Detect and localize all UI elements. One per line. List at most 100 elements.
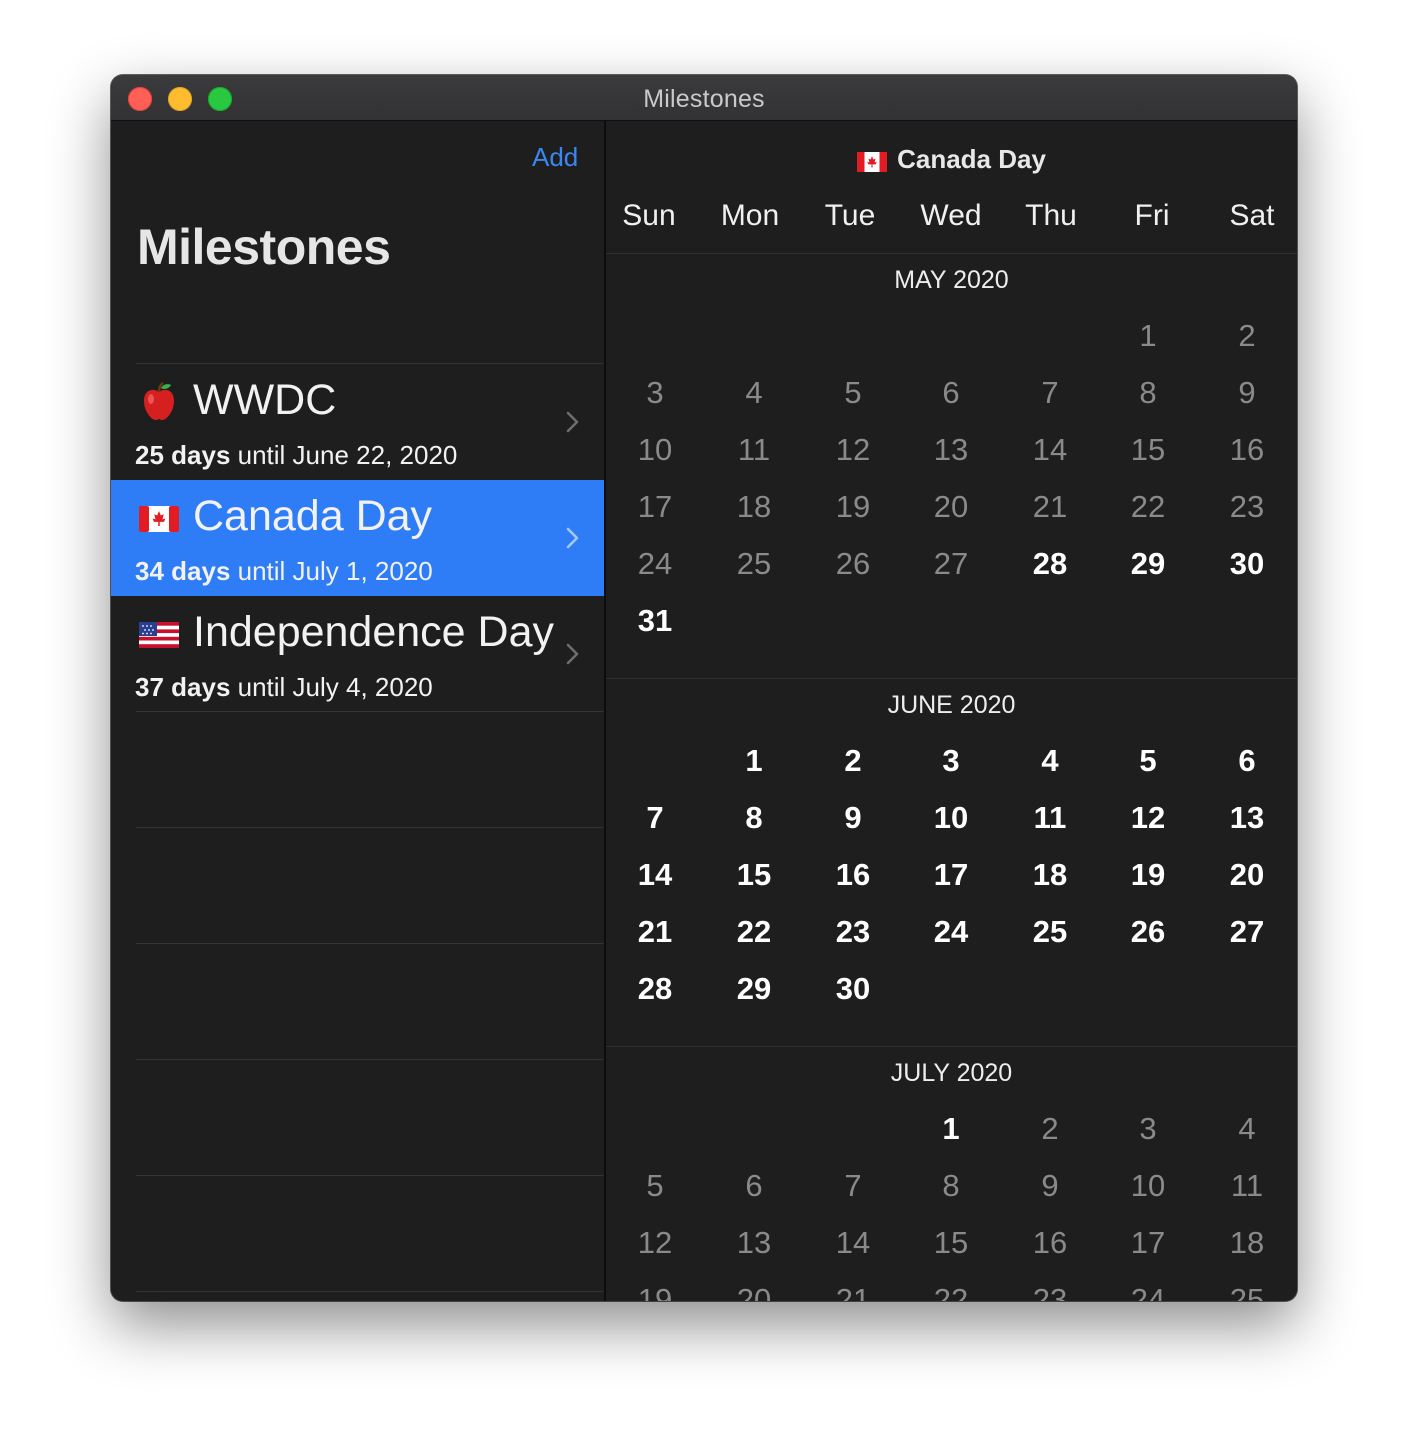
calendar-day[interactable]: 24 <box>902 912 1001 952</box>
calendar-day[interactable]: 10 <box>1099 1166 1198 1206</box>
calendar-day[interactable]: 23 <box>1198 487 1297 527</box>
milestone-row[interactable]: Independence Day 37 days until July 4, 20… <box>111 596 604 712</box>
calendar-day[interactable]: 14 <box>1001 430 1100 470</box>
calendar-day[interactable]: 9 <box>1001 1166 1100 1206</box>
list-separator <box>136 711 604 712</box>
calendar-day[interactable]: 7 <box>804 1166 903 1206</box>
calendar-day[interactable]: 4 <box>1001 741 1100 781</box>
calendar-day[interactable]: 1 <box>705 741 804 781</box>
calendar-day[interactable]: 14 <box>606 855 705 895</box>
calendar-day[interactable]: 16 <box>804 855 903 895</box>
calendar-day[interactable]: 2 <box>1198 316 1297 356</box>
calendar-day[interactable]: 11 <box>1001 798 1100 838</box>
calendar-pane: Canada Day Sun Mon Tue Wed Thu Fri Sat MAY 202… <box>606 121 1297 1301</box>
calendar-day[interactable]: 5 <box>606 1166 705 1206</box>
calendar-day[interactable]: 13 <box>705 1223 804 1263</box>
chevron-right-icon <box>565 526 581 550</box>
calendar-day[interactable]: 28 <box>1001 544 1100 584</box>
month-label: MAY 2020 <box>894 266 1009 294</box>
calendar-day[interactable]: 9 <box>804 798 903 838</box>
calendar-day[interactable]: 5 <box>804 373 903 413</box>
calendar-day[interactable]: 10 <box>606 430 705 470</box>
calendar-day[interactable]: 11 <box>705 430 804 470</box>
calendar-day[interactable]: 23 <box>1001 1280 1100 1301</box>
calendar-day[interactable]: 6 <box>1198 741 1297 781</box>
calendar-day[interactable]: 18 <box>1001 855 1100 895</box>
calendar-day[interactable]: 1 <box>1099 316 1198 356</box>
calendar-day[interactable]: 30 <box>1198 544 1297 584</box>
calendar-day[interactable]: 27 <box>902 544 1001 584</box>
calendar-day[interactable]: 25 <box>705 544 804 584</box>
calendar-title: Canada Day <box>606 144 1297 179</box>
calendar-day[interactable]: 29 <box>705 969 804 1009</box>
calendar-day[interactable]: 13 <box>902 430 1001 470</box>
calendar-day[interactable]: 30 <box>804 969 903 1009</box>
calendar-day[interactable]: 12 <box>606 1223 705 1263</box>
calendar-day[interactable]: 25 <box>1001 912 1100 952</box>
calendar-day[interactable]: 3 <box>902 741 1001 781</box>
calendar-day[interactable]: 12 <box>804 430 903 470</box>
calendar-day[interactable]: 19 <box>606 1280 705 1301</box>
calendar-day[interactable]: 22 <box>902 1280 1001 1301</box>
calendar-day[interactable]: 28 <box>606 969 705 1009</box>
calendar-day[interactable]: 4 <box>705 373 804 413</box>
calendar-day[interactable]: 18 <box>705 487 804 527</box>
calendar-day[interactable]: 15 <box>1099 430 1198 470</box>
calendar-day[interactable]: 3 <box>606 373 705 413</box>
calendar-day[interactable]: 19 <box>804 487 903 527</box>
calendar-day[interactable]: 20 <box>705 1280 804 1301</box>
calendar-day[interactable]: 12 <box>1099 798 1198 838</box>
calendar-day[interactable]: 17 <box>606 487 705 527</box>
calendar-day[interactable]: 21 <box>1001 487 1100 527</box>
calendar-day[interactable]: 6 <box>902 373 1001 413</box>
calendar-day[interactable]: 17 <box>902 855 1001 895</box>
calendar-day[interactable]: 8 <box>1099 373 1198 413</box>
calendar-day[interactable]: 1 <box>902 1109 1001 1149</box>
weekday-label: Tue <box>824 199 876 232</box>
calendar-day[interactable]: 24 <box>1099 1280 1198 1301</box>
calendar-day[interactable]: 3 <box>1099 1109 1198 1149</box>
calendar-day[interactable]: 29 <box>1099 544 1198 584</box>
milestone-name: Canada Day <box>193 492 433 540</box>
calendar-day[interactable]: 23 <box>804 912 903 952</box>
calendar-day[interactable]: 18 <box>1198 1223 1297 1263</box>
calendar-day[interactable]: 17 <box>1099 1223 1198 1263</box>
weekday-header: Sun Mon Tue Wed Thu Fri Sat <box>606 199 1297 239</box>
calendar-day[interactable]: 13 <box>1198 798 1297 838</box>
calendar-day[interactable]: 4 <box>1198 1109 1297 1149</box>
calendar-day[interactable]: 21 <box>606 912 705 952</box>
calendar-day[interactable]: 22 <box>705 912 804 952</box>
calendar-day[interactable]: 15 <box>902 1223 1001 1263</box>
calendar-day[interactable]: 8 <box>902 1166 1001 1206</box>
calendar-day[interactable]: 2 <box>804 741 903 781</box>
calendar-day[interactable]: 14 <box>804 1223 903 1263</box>
calendar-day[interactable]: 7 <box>1001 373 1100 413</box>
calendar-day[interactable]: 8 <box>705 798 804 838</box>
calendar-day[interactable]: 24 <box>606 544 705 584</box>
title-bar: Milestones <box>111 75 1297 121</box>
calendar-day[interactable]: 10 <box>902 798 1001 838</box>
calendar-day[interactable]: 26 <box>1099 912 1198 952</box>
calendar-day[interactable]: 27 <box>1198 912 1297 952</box>
apple-icon <box>137 380 181 424</box>
calendar-day[interactable]: 7 <box>606 798 705 838</box>
add-button[interactable]: Add <box>532 142 578 173</box>
calendar-day[interactable]: 6 <box>705 1166 804 1206</box>
calendar-day[interactable]: 5 <box>1099 741 1198 781</box>
milestone-row[interactable]: Canada Day 34 days until July 1, 2020 <box>111 480 604 596</box>
calendar-day[interactable]: 25 <box>1198 1280 1297 1301</box>
calendar-day[interactable]: 19 <box>1099 855 1198 895</box>
calendar-day[interactable]: 21 <box>804 1280 903 1301</box>
calendar-day[interactable]: 20 <box>1198 855 1297 895</box>
calendar-day[interactable]: 2 <box>1001 1109 1100 1149</box>
calendar-day[interactable]: 26 <box>804 544 903 584</box>
calendar-day[interactable]: 16 <box>1001 1223 1100 1263</box>
calendar-day[interactable]: 20 <box>902 487 1001 527</box>
milestone-row[interactable]: WWDC 25 days until June 22, 2020 <box>111 364 604 480</box>
calendar-day[interactable]: 9 <box>1198 373 1297 413</box>
calendar-day[interactable]: 15 <box>705 855 804 895</box>
calendar-day[interactable]: 11 <box>1198 1166 1297 1206</box>
calendar-day[interactable]: 22 <box>1099 487 1198 527</box>
calendar-day[interactable]: 16 <box>1198 430 1297 470</box>
calendar-day[interactable]: 31 <box>606 601 705 641</box>
